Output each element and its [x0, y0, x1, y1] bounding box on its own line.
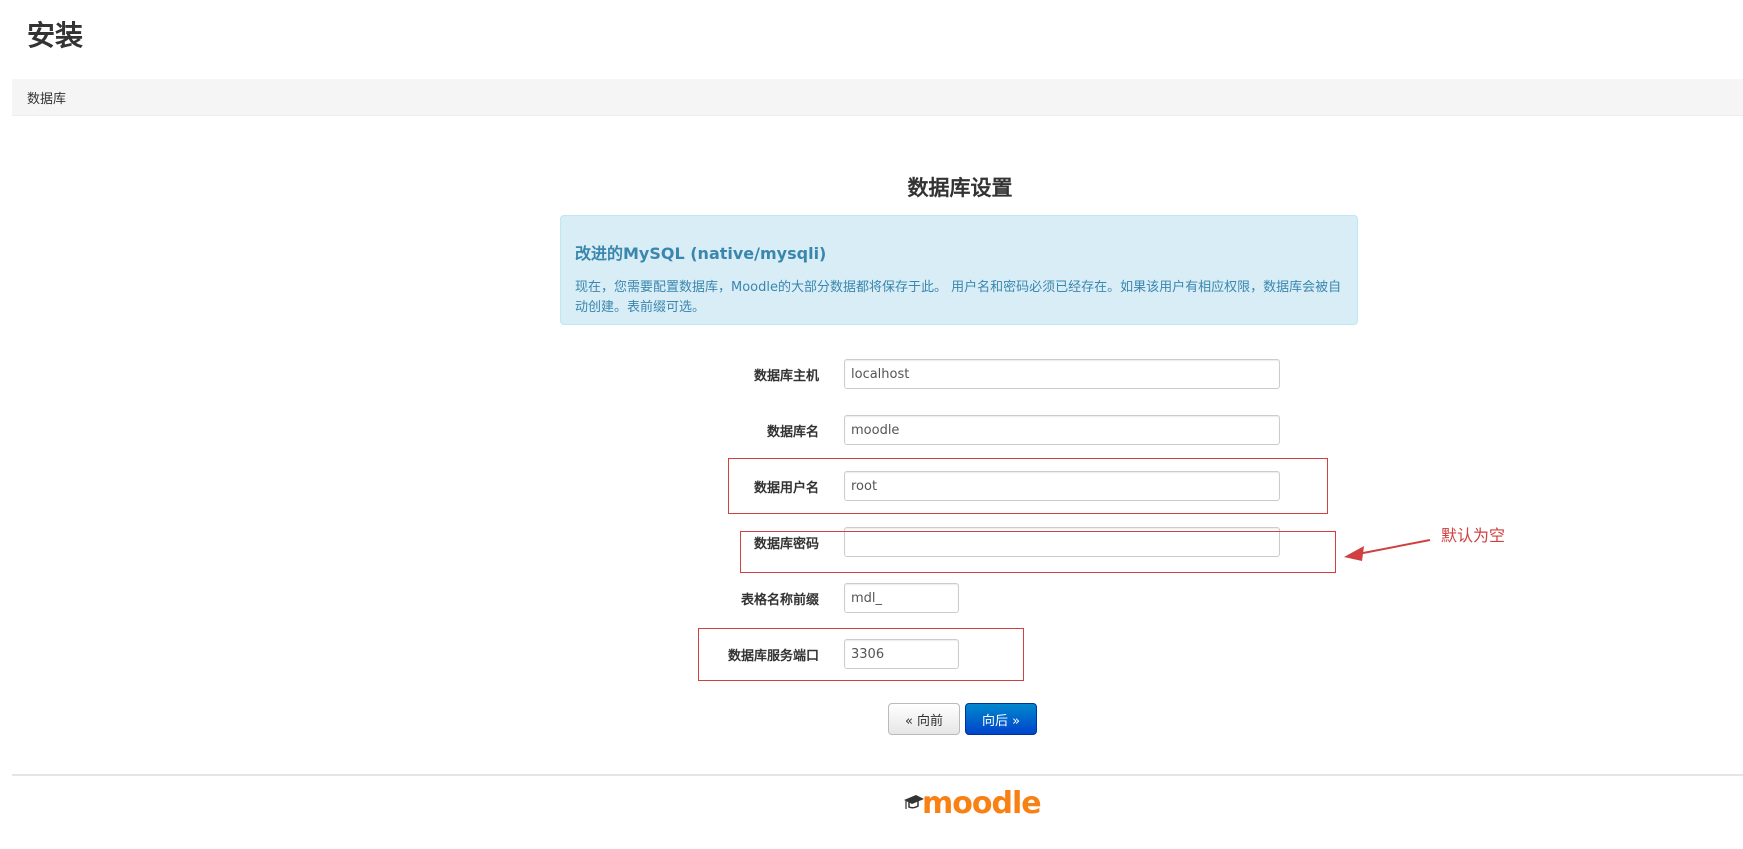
db-password-label: 数据库密码	[753, 537, 819, 552]
db-password-input[interactable]	[844, 527, 1280, 557]
db-port-input[interactable]	[844, 639, 959, 669]
db-host-input[interactable]	[844, 359, 1280, 389]
footer-divider	[12, 774, 1743, 776]
breadcrumb-item-database[interactable]: 数据库	[27, 88, 66, 107]
page-title: 安装	[27, 19, 84, 52]
breadcrumb: 数据库	[12, 79, 1743, 116]
section-title: 数据库设置	[907, 176, 1013, 200]
db-host-label: 数据库主机	[753, 369, 819, 384]
db-user-input[interactable]	[844, 471, 1280, 501]
table-prefix-input[interactable]	[844, 583, 959, 613]
moodle-logo[interactable]: moodle	[903, 786, 1042, 821]
next-button[interactable]: 向后 »	[965, 703, 1037, 735]
annotation-text: 默认为空	[1441, 526, 1506, 545]
previous-button[interactable]: « 向前	[888, 703, 960, 735]
db-port-label: 数据库服务端口	[727, 649, 819, 664]
moodle-logo-text: moodle	[922, 786, 1042, 821]
info-text: 现在，您需要配置数据库，Moodle的大部分数据都将保存于此。 用户名和密码必须…	[575, 280, 1342, 315]
db-name-label: 数据库名	[766, 425, 819, 440]
table-prefix-label: 表格名称前缀	[740, 593, 819, 608]
info-heading: 改进的MySQL (native/mysqli)	[575, 244, 827, 263]
info-box: 改进的MySQL (native/mysqli) 现在，您需要配置数据库，Moo…	[560, 215, 1358, 325]
db-user-label: 数据用户名	[753, 481, 819, 496]
arrow-left-icon	[1344, 539, 1431, 561]
db-name-input[interactable]	[844, 415, 1280, 445]
